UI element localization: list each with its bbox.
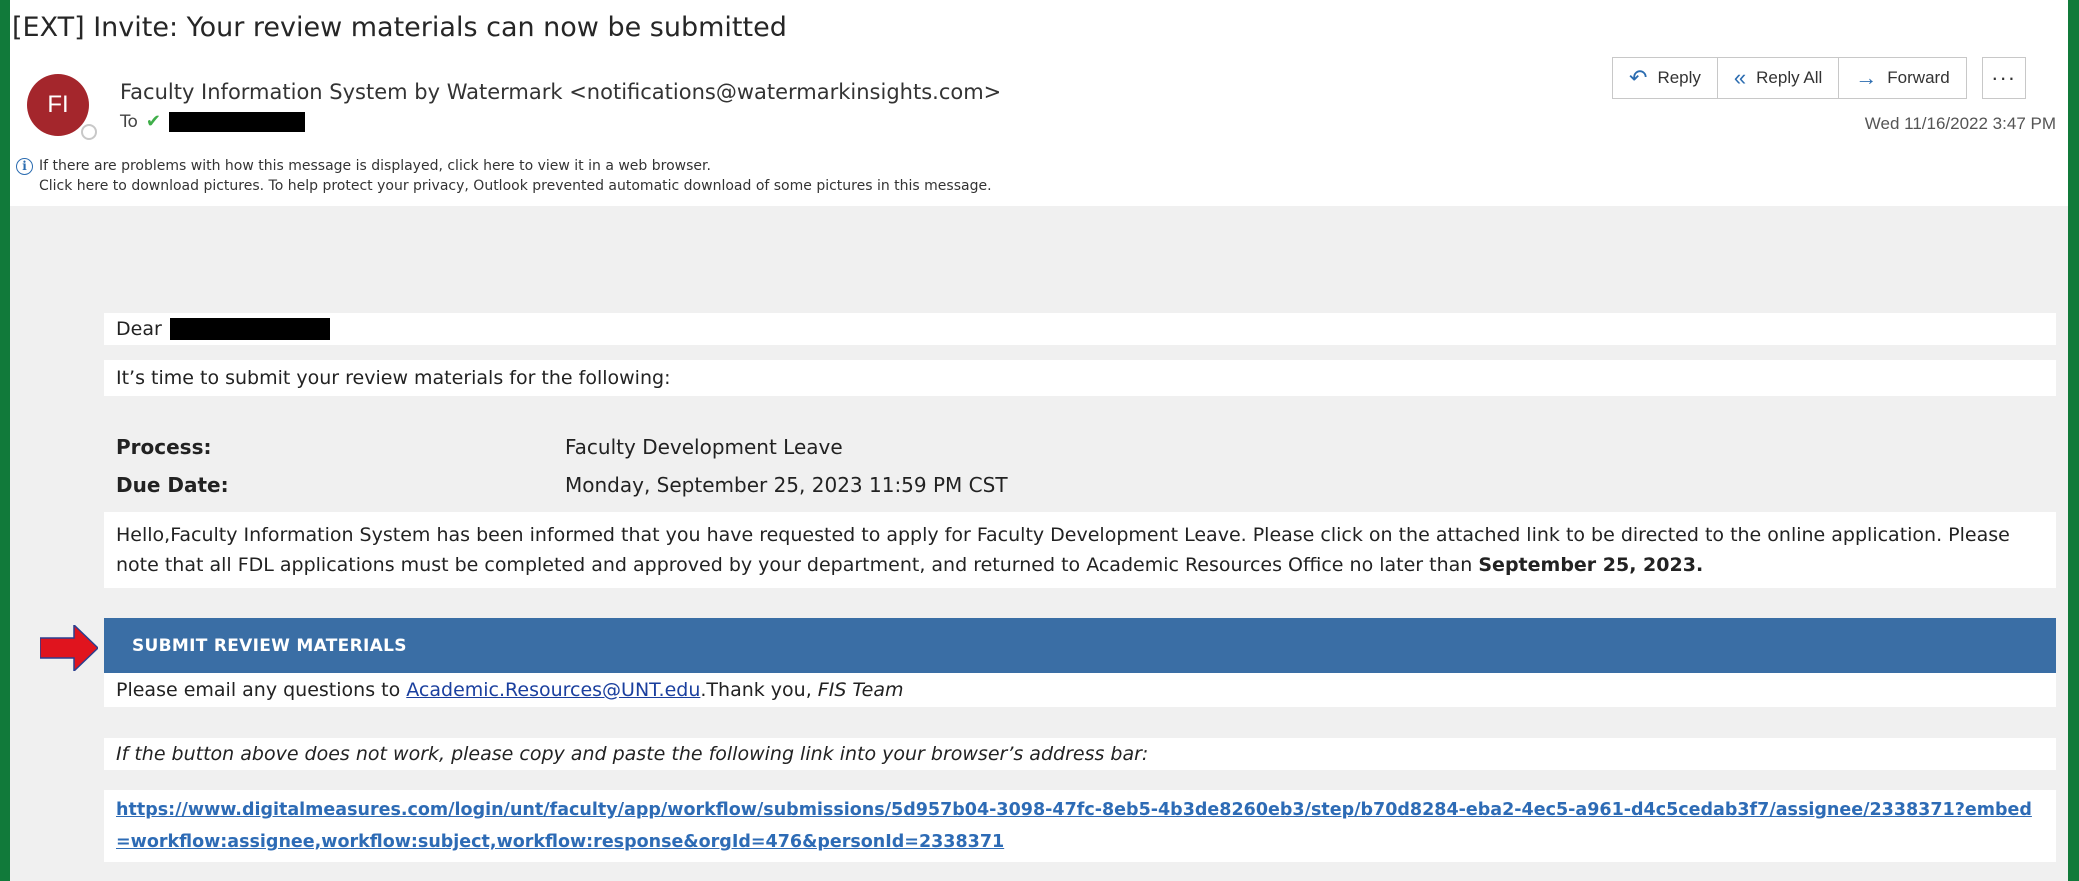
process-row: Process: Faculty Development Leave <box>116 428 2016 466</box>
info-icon: i <box>16 157 33 175</box>
received-date: Wed 11/16/2022 3:47 PM <box>1864 114 2056 133</box>
process-value: Faculty Development Leave <box>565 435 843 459</box>
process-label: Process: <box>116 435 212 459</box>
submission-url-link[interactable]: https://www.digitalmeasures.com/login/un… <box>116 800 2032 852</box>
presence-icon <box>81 124 97 140</box>
recipient-line: To ✔ <box>120 111 305 132</box>
forward-button[interactable]: → Forward <box>1838 57 1967 99</box>
fallback-text: If the button above does not work, pleas… <box>104 738 2056 770</box>
download-pictures-link[interactable]: Click here to download pictures. To help… <box>16 176 992 196</box>
signature: FIS Team <box>817 679 904 701</box>
forward-label: Forward <box>1887 68 1950 87</box>
more-actions-button[interactable]: ··· <box>1981 57 2026 99</box>
message-actions: ↶ Reply « Reply All → Forward ··· <box>1612 57 2026 99</box>
reply-button[interactable]: ↶ Reply <box>1612 57 1718 99</box>
questions-line: Please email any questions to Academic.R… <box>104 673 2056 707</box>
greeting-line: Dear <box>104 313 2056 345</box>
check-icon: ✔ <box>145 111 161 132</box>
submit-review-materials-button[interactable]: SUBMIT REVIEW MATERIALS <box>104 618 2056 673</box>
message-paragraph: Hello,Faculty Information System has bee… <box>104 512 2056 588</box>
to-label: To <box>120 111 138 132</box>
redacted-recipient <box>169 111 305 132</box>
reply-all-icon: « <box>1733 65 1747 90</box>
redacted-name <box>169 318 330 340</box>
details-table: Process: Faculty Development Leave Due D… <box>116 428 2016 504</box>
reply-icon: ↶ <box>1629 65 1648 90</box>
info-bar: i If there are problems with how this me… <box>16 156 992 196</box>
deadline-text: September 25, 2023. <box>1478 554 1704 576</box>
email-subject: [EXT] Invite: Your review materials can … <box>12 12 787 43</box>
email-link[interactable]: Academic.Resources@UNT.edu <box>406 679 700 701</box>
due-date-label: Due Date: <box>116 473 229 497</box>
avatar[interactable]: FI <box>27 74 89 136</box>
url-block: https://www.digitalmeasures.com/login/un… <box>104 790 2056 862</box>
avatar-initials: FI <box>47 91 69 118</box>
sender-line[interactable]: Faculty Information System by Watermark … <box>120 80 1001 104</box>
arrow-shape <box>40 625 98 671</box>
questions-suffix: .Thank you, <box>700 679 818 701</box>
reply-all-label: Reply All <box>1756 68 1823 87</box>
view-in-browser-link[interactable]: If there are problems with how this mess… <box>39 156 711 176</box>
due-date-row: Due Date: Monday, September 25, 2023 11:… <box>116 466 2016 504</box>
due-date-value: Monday, September 25, 2023 11:59 PM CST <box>565 473 1008 497</box>
paragraph-text: Hello,Faculty Information System has bee… <box>116 524 2010 576</box>
greeting: Dear <box>116 318 162 340</box>
reply-label: Reply <box>1657 68 1701 87</box>
forward-icon: → <box>1855 65 1878 90</box>
arrow-icon <box>40 625 98 671</box>
reply-all-button[interactable]: « Reply All <box>1716 57 1840 99</box>
questions-prefix: Please email any questions to <box>116 679 407 701</box>
intro-text: It’s time to submit your review material… <box>104 360 2056 396</box>
